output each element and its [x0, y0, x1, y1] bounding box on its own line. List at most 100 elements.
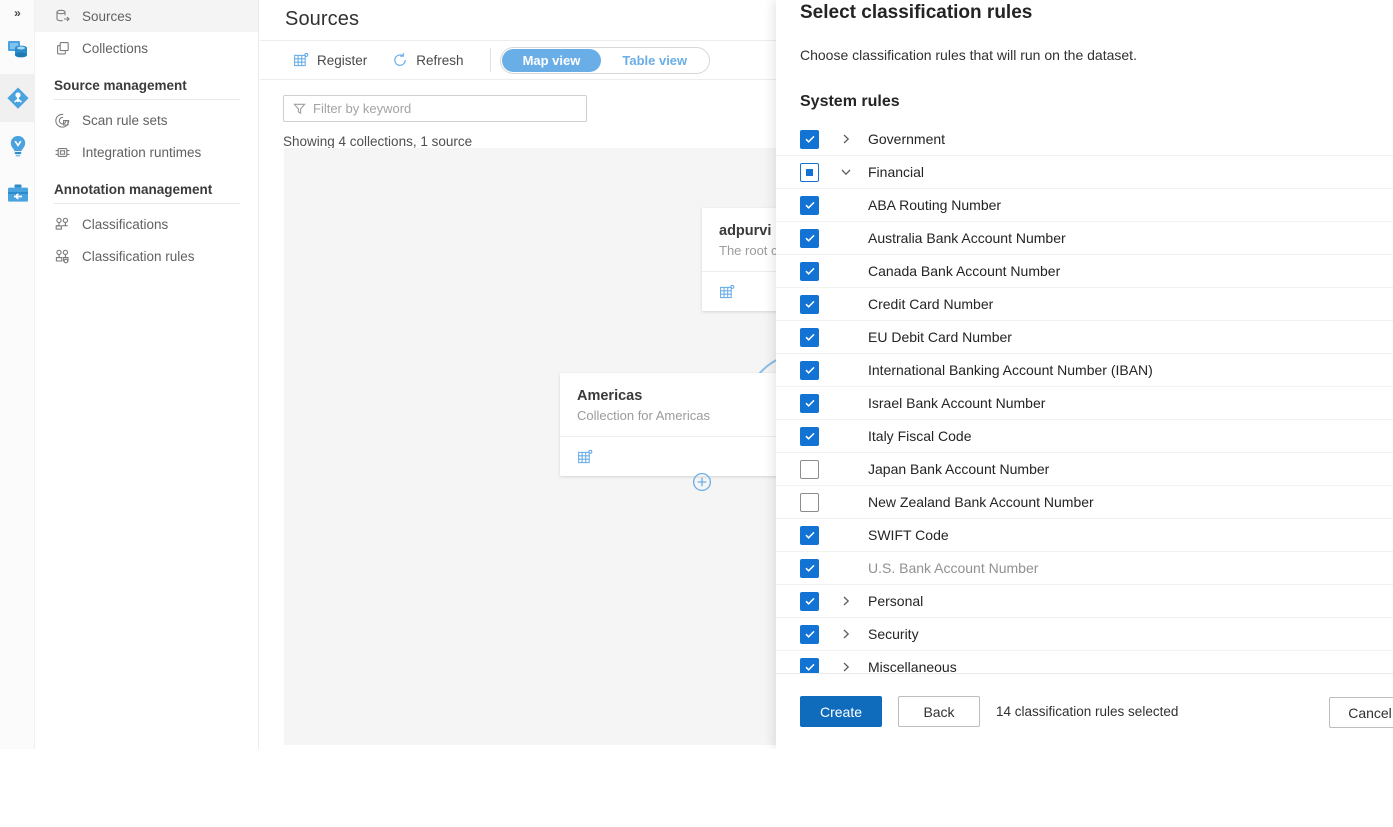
- collection-grid-icon: [719, 284, 735, 300]
- rule-label: Australia Bank Account Number: [868, 230, 1066, 246]
- cancel-button[interactable]: Cancel: [1329, 697, 1393, 728]
- system-rules-heading: System rules: [800, 93, 1369, 111]
- add-collection-button[interactable]: [692, 472, 712, 492]
- sidebar-item-classifications[interactable]: Classifications: [35, 208, 258, 240]
- rule-label: New Zealand Bank Account Number: [868, 494, 1094, 510]
- filter-icon: [293, 102, 306, 115]
- search-input[interactable]: [313, 101, 577, 116]
- rule-checkbox[interactable]: [800, 229, 819, 248]
- rule-label: Canada Bank Account Number: [868, 263, 1060, 279]
- data-catalog-icon: [5, 85, 31, 111]
- chevron-down-icon[interactable]: [838, 166, 854, 178]
- chevron-right-icon[interactable]: [838, 628, 854, 640]
- rule-label: Credit Card Number: [868, 296, 993, 312]
- sidebar-item-label: Collections: [82, 41, 148, 56]
- flyout-footer: Create Back 14 classification rules sele…: [776, 673, 1393, 749]
- classification-rules-icon: [54, 248, 71, 265]
- rule-checkbox[interactable]: [800, 592, 819, 611]
- rule-label: ABA Routing Number: [868, 197, 1001, 213]
- rule-checkbox[interactable]: [800, 295, 819, 314]
- rule-row[interactable]: Credit Card Number: [776, 288, 1393, 321]
- back-button[interactable]: Back: [898, 696, 980, 727]
- collection-grid-icon: [577, 449, 593, 465]
- rail-item-data-insights[interactable]: [0, 122, 35, 170]
- chevron-right-icon[interactable]: [838, 595, 854, 607]
- selected-count-label: 14 classification rules selected: [996, 704, 1178, 719]
- rule-label: SWIFT Code: [868, 527, 949, 543]
- rule-row[interactable]: ABA Routing Number: [776, 189, 1393, 222]
- scan-rule-sets-icon: [54, 112, 71, 129]
- flyout-header: Select classification rules Choose class…: [776, 0, 1393, 111]
- rules-list[interactable]: Government Financial ABA Routing Number Aus…: [776, 123, 1393, 673]
- rule-row[interactable]: Israel Bank Account Number: [776, 387, 1393, 420]
- rule-checkbox[interactable]: [800, 559, 819, 578]
- chevron-right-icon[interactable]: [838, 133, 854, 145]
- register-button[interactable]: Register: [280, 44, 379, 76]
- sidebar-item-label: Classifications: [82, 217, 168, 232]
- rule-row[interactable]: Canada Bank Account Number: [776, 255, 1393, 288]
- rule-group-row[interactable]: Security: [776, 618, 1393, 651]
- refresh-button[interactable]: Refresh: [379, 44, 475, 76]
- classification-rules-flyout: Select classification rules Choose class…: [776, 0, 1393, 749]
- rule-label: Personal: [868, 593, 923, 609]
- rule-row[interactable]: New Zealand Bank Account Number: [776, 486, 1393, 519]
- rule-row[interactable]: Australia Bank Account Number: [776, 222, 1393, 255]
- rule-row[interactable]: Italy Fiscal Code: [776, 420, 1393, 453]
- collapse-rail-button[interactable]: »: [0, 0, 34, 26]
- create-button[interactable]: Create: [800, 696, 882, 727]
- rule-checkbox[interactable]: [800, 427, 819, 446]
- sidebar-item-collections[interactable]: Collections: [35, 32, 258, 64]
- data-map-icon: [5, 37, 31, 63]
- rule-checkbox[interactable]: [800, 262, 819, 281]
- sidebar-item-label: Scan rule sets: [82, 113, 168, 128]
- rule-row[interactable]: EU Debit Card Number: [776, 321, 1393, 354]
- refresh-icon: [391, 52, 408, 69]
- rule-checkbox[interactable]: [800, 328, 819, 347]
- rule-label: International Banking Account Number (IB…: [868, 362, 1153, 378]
- app-shell: »: [0, 0, 1393, 749]
- rule-group-row[interactable]: Personal: [776, 585, 1393, 618]
- command-label: Refresh: [416, 53, 463, 68]
- rule-row[interactable]: Japan Bank Account Number: [776, 453, 1393, 486]
- rule-checkbox[interactable]: [800, 526, 819, 545]
- rule-checkbox[interactable]: [800, 196, 819, 215]
- sources-icon: [54, 8, 71, 25]
- sidebar-section-title: Annotation management: [35, 168, 258, 203]
- sidebar-item-sources[interactable]: Sources: [35, 0, 258, 32]
- flyout-title: Select classification rules: [800, 0, 1369, 26]
- rule-label: Israel Bank Account Number: [868, 395, 1045, 411]
- chevron-right-icon[interactable]: [838, 661, 854, 673]
- search-box[interactable]: [283, 95, 587, 122]
- rule-checkbox[interactable]: [800, 130, 819, 149]
- collections-icon: [54, 40, 71, 57]
- rule-label: Financial: [868, 164, 924, 180]
- rule-checkbox[interactable]: [800, 361, 819, 380]
- sidebar-item-scan-rule-sets[interactable]: Scan rule sets: [35, 104, 258, 136]
- rule-group-row[interactable]: Financial: [776, 156, 1393, 189]
- sidebar-item-integration-runtimes[interactable]: Integration runtimes: [35, 136, 258, 168]
- rail-item-management[interactable]: [0, 170, 35, 218]
- rule-checkbox[interactable]: [800, 658, 819, 674]
- sidebar-divider: [54, 203, 240, 204]
- rule-label: U.S. Bank Account Number: [868, 560, 1038, 576]
- rule-group-row[interactable]: Government: [776, 123, 1393, 156]
- rule-row[interactable]: SWIFT Code: [776, 519, 1393, 552]
- rule-checkbox[interactable]: [800, 625, 819, 644]
- command-label: Register: [317, 53, 367, 68]
- rule-group-row[interactable]: Miscellaneous: [776, 651, 1393, 673]
- classifications-icon: [54, 216, 71, 233]
- rule-checkbox[interactable]: [800, 460, 819, 479]
- rule-row[interactable]: U.S. Bank Account Number: [776, 552, 1393, 585]
- rule-label: Government: [868, 131, 945, 147]
- sidebar-item-classification-rules[interactable]: Classification rules: [35, 240, 258, 272]
- tab-table-view[interactable]: Table view: [601, 49, 708, 72]
- tab-map-view[interactable]: Map view: [502, 49, 602, 72]
- rail-item-data-map[interactable]: [0, 26, 35, 74]
- rail-item-data-catalog[interactable]: [0, 74, 35, 122]
- sidebar-nav: Sources Collections Source management: [35, 0, 259, 749]
- rule-row[interactable]: International Banking Account Number (IB…: [776, 354, 1393, 387]
- rule-checkbox[interactable]: [800, 493, 819, 512]
- rule-checkbox[interactable]: [800, 163, 819, 182]
- toolbox-icon: [5, 181, 31, 207]
- rule-checkbox[interactable]: [800, 394, 819, 413]
